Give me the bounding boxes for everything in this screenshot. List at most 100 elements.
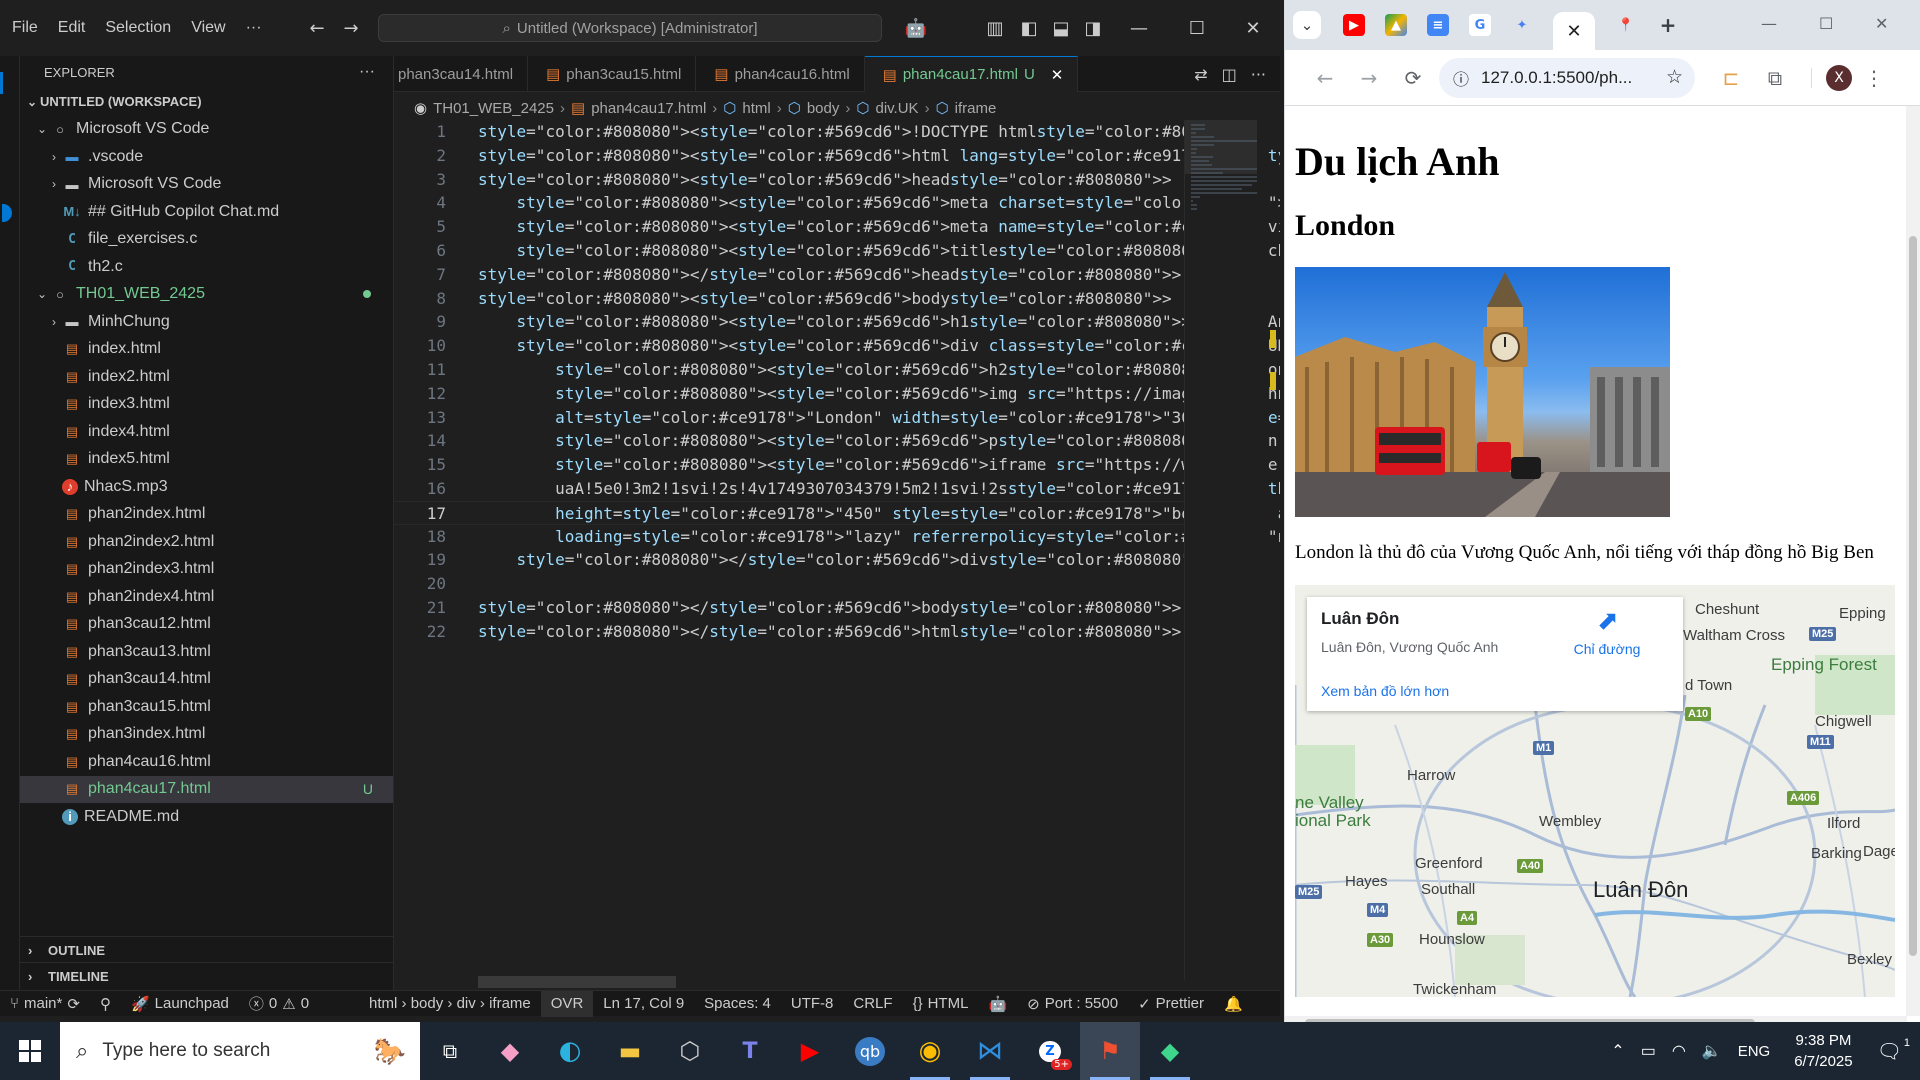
language-indicator[interactable]: ENG [1730,1043,1779,1060]
tree-item[interactable]: ▤ index3.html [20,391,393,419]
directions-link[interactable]: Chỉ đường [1547,641,1667,657]
tree-item[interactable]: ▤ index4.html [20,418,393,446]
code-editor[interactable]: 1 style="color:#808080"><style="color:#56… [394,120,1280,980]
workspace-header[interactable]: ⌄ UNTITLED (WORKSPACE) [20,88,393,116]
back-arrow-icon[interactable]: ← [304,14,330,42]
indentation-status[interactable]: Spaces: 4 [694,995,781,1012]
breadcrumb-item[interactable]: html [742,100,770,117]
tree-item[interactable]: ▤ phan2index.html [20,501,393,529]
windows-start-icon[interactable] [0,1022,60,1080]
menu-edit[interactable]: Edit [48,0,96,56]
code-line[interactable]: 18 loading=style="color:#ce9178">"lazy" … [394,525,1280,549]
code-line[interactable]: 4 style="color:#808080"><style="color:#5… [394,191,1280,215]
git-graph-status[interactable]: ⚲ [90,995,121,1013]
tree-item[interactable]: Cth2.c [20,253,393,281]
teams-icon[interactable]: T [720,1022,780,1080]
tree-item[interactable]: ▤ phan4cau16.html [20,748,393,776]
code-line[interactable]: 13 alt=style="color:#ce9178">"London" wi… [394,406,1280,430]
file-explorer-icon[interactable]: ▬ [600,1022,660,1080]
tree-item[interactable]: ⌄ ○ Microsoft VS Code [20,116,393,144]
code-line[interactable]: 16 uaA!5e0!3m2!1svi!2s!4v1749307034379!5… [394,477,1280,501]
tree-item[interactable]: ▤ phan4cau17.html U [20,775,393,803]
page-vertical-scrollbar[interactable] [1906,106,1920,1016]
notification-center-icon[interactable]: 🗨 1 [1869,1037,1920,1064]
wifi-icon[interactable]: ◠ [1664,1041,1694,1061]
code-line[interactable]: 11 style="color:#808080"><style="color:#… [394,358,1280,382]
timeline-section[interactable]: › TIMELINE [20,962,394,989]
more-actions-icon[interactable]: ··· [1251,65,1266,84]
clock[interactable]: 9:38 PM 6/7/2025 [1778,1030,1868,1072]
new-tab-icon[interactable]: + [1657,13,1679,37]
tree-item[interactable]: ▤ index2.html [20,363,393,391]
breadcrumb-item[interactable]: body [807,100,840,117]
breadcrumb-item[interactable]: TH01_WEB_2425 [433,100,554,117]
breadcrumb-item[interactable]: div.UK [875,100,918,117]
problems-status[interactable]: ⓧ 0 ⚠ 0 [239,993,319,1014]
code-line[interactable]: 8 style="color:#808080"><style="color:#56… [394,287,1184,311]
site-info-icon[interactable]: ⓘ [1453,66,1469,90]
tree-item[interactable]: ⌄ ○ TH01_WEB_2425 [20,281,393,309]
code-line[interactable]: 14 style="color:#808080"><style="color:#… [394,429,1278,453]
cursor-position-status[interactable]: Ln 17, Col 9 [593,995,694,1012]
code-line[interactable]: 17 height=style="color:#ce9178">"450" st… [394,500,1280,525]
close-tab-icon[interactable]: ✕ [1051,66,1064,84]
tree-item[interactable]: ▤ phan2index3.html [20,556,393,584]
forward-arrow-icon[interactable]: → [338,14,364,42]
qbittorrent-icon[interactable]: qb [840,1022,900,1080]
code-line[interactable]: 12 style="color:#808080"><style="color:#… [394,382,1280,406]
code-line[interactable]: 1 style="color:#808080"><style="color:#56… [394,120,1258,144]
branch-status[interactable]: ⑂ main* ⟳ [0,995,90,1013]
tree-item[interactable]: ▤ phan3cau12.html [20,611,393,639]
code-line[interactable]: 20 [394,572,1184,596]
breadcrumb-item[interactable]: iframe [955,100,997,117]
back-arrow-icon[interactable]: ← [1303,66,1347,90]
chevron-up-icon[interactable]: ⌃ [1603,1041,1632,1061]
tree-item[interactable]: M↓ ## GitHub Copilot Chat.md [20,198,393,226]
overtype-status[interactable]: OVR [540,990,594,1017]
tree-item[interactable]: ▤ phan3index.html [20,721,393,749]
menu-selection[interactable]: Selection [95,0,181,56]
copilot-app-icon[interactable]: ◆ [480,1022,540,1080]
forward-arrow-icon[interactable]: → [1347,66,1391,90]
volume-icon[interactable]: 🔈 [1694,1041,1730,1061]
tree-item[interactable]: Cfile_exercises.c [20,226,393,254]
google-docs-tab-icon[interactable]: ≡ [1427,14,1449,36]
open-changes-icon[interactable]: ⇄ [1194,65,1207,84]
launchpad-status[interactable]: 🚀 Launchpad [121,995,239,1013]
tree-item[interactable]: ▤ phan3cau15.html [20,693,393,721]
outline-section[interactable]: › OUTLINE [20,936,394,963]
close-icon[interactable]: ✕ [1240,14,1266,42]
tab-search-icon[interactable]: ⌄ [1293,11,1321,39]
encoding-status[interactable]: UTF-8 [781,995,844,1012]
bookmark-star-icon[interactable]: ☆ [1666,66,1683,89]
reload-icon[interactable]: ⟳ [1391,66,1435,90]
tree-item[interactable]: › ▬ MinhChung [20,308,393,336]
zalo-icon[interactable]: Z 5+ [1020,1022,1080,1080]
notifications-icon[interactable]: 🔔 [1214,995,1253,1013]
code-line[interactable]: 22 style="color:#808080"></style="color:#… [394,620,1184,644]
tab-phan4cau17[interactable]: ▤ phan4cau17.html U ✕ [864,56,1079,92]
chrome-menu-icon[interactable]: ⋮ [1852,66,1896,90]
unity-hub-icon[interactable]: ⬡ [660,1022,720,1080]
tree-item[interactable]: ♪ NhacS.mp3 [20,473,393,501]
toggle-primary-sidebar-icon[interactable]: ◧ [1016,14,1042,42]
tab-phan4cau16[interactable]: ▤ phan4cau16.html [696,56,865,92]
scrollbar-thumb[interactable] [1909,236,1917,956]
maximize-icon[interactable]: ☐ [1819,14,1833,33]
editor-horizontal-scrollbar[interactable] [478,976,676,988]
avatar[interactable]: X [1826,64,1852,91]
tree-item[interactable]: i README.md [20,803,393,831]
code-line[interactable]: 7 style="color:#808080"></style="color:#5… [394,263,1184,287]
google-tab-icon[interactable]: G [1469,14,1491,36]
tab-phan3cau15[interactable]: ▤ phan3cau15.html [528,56,697,92]
task-view-icon[interactable]: ⧉ [420,1022,480,1080]
breadcrumb-item[interactable]: phan4cau17.html [591,100,706,117]
split-editor-icon[interactable]: ◫ [1222,65,1237,84]
gemini-tab-icon[interactable]: ✦ [1511,14,1533,36]
toggle-panel-icon[interactable]: ⬓ [1048,14,1074,42]
address-bar[interactable]: ⓘ 127.0.0.1:5500/ph... ☆ [1439,57,1695,98]
prettier-status[interactable]: ✓ Prettier [1128,995,1214,1013]
copilot-icon[interactable]: 🤖 [896,14,936,42]
more-menu-icon[interactable]: ··· [236,0,272,56]
tree-item[interactable]: › ▬ .vscode [20,143,393,171]
